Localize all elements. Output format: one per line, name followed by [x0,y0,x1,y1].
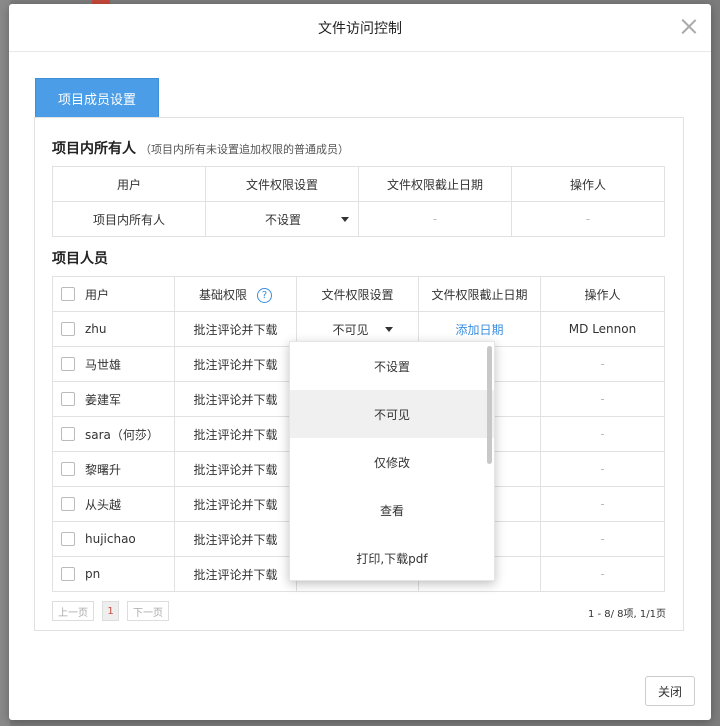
row-checkbox[interactable] [61,322,75,337]
tab-project-members[interactable]: 项目成员设置 [35,78,159,118]
owner-permission-value: 不设置 [264,212,301,227]
table-row: 项目内所有人 不设置 - - [52,201,665,237]
owner-table: 用户 文件权限设置 文件权限截止日期 操作人 项目内所有人 不设置 - - [52,166,665,237]
row-checkbox[interactable] [61,567,75,582]
base-permission-cell: 批注评论并下载 [174,556,297,592]
row-checkbox[interactable] [61,427,75,441]
owner-permission-cell: 不设置 [205,201,359,237]
user-cell: 从头越 [52,486,175,522]
base-permission-cell: 批注评论并下载 [174,346,297,382]
dropdown-option-view[interactable]: 查看 [290,486,494,534]
owner-section-title: 项目内所有人 （项目内所有未设置追加权限的普通成员） [52,138,349,158]
page-summary: 1 - 8/ 8项, 1/1页 [587,609,666,620]
operator-cell: MD Lennon [540,311,665,347]
file-permission-select[interactable]: 不可见 [332,321,393,338]
caret-down-icon [341,216,349,222]
col-header-permission: 文件权限设置 [205,166,359,202]
user-name: zhu [85,322,107,337]
base-permission-cell: 批注评论并下载 [174,451,297,487]
dropdown-scrollbar[interactable] [487,346,492,464]
members-section-title: 项目人员 [52,251,108,267]
table-header-row: 用户 文件权限设置 文件权限截止日期 操作人 [52,166,665,202]
operator-cell: - [540,381,665,417]
col-header-base-label: 基础权限 [198,287,247,302]
prev-page-button[interactable]: 上一页 [52,601,94,621]
user-name: 黎曙升 [85,462,122,477]
col-header-operator: 操作人 [511,166,665,202]
user-name: 马世雄 [85,357,122,372]
operator-cell: - [540,486,665,522]
permission-dropdown-menu: 不设置 不可见 仅修改 查看 打印,下载pdf [289,341,495,581]
close-icon[interactable] [681,18,697,34]
col-header-base: 基础权限? [174,276,297,312]
user-cell: sara（何莎） [52,416,175,452]
base-permission-cell: 批注评论并下载 [174,521,297,557]
user-cell: zhu [52,311,175,347]
col-header-user-label: 用户 [85,287,110,302]
row-checkbox[interactable] [61,532,75,547]
caret-down-icon [384,326,393,332]
file-permission-value: 不可见 [332,322,369,337]
col-header-deadline: 文件权限截止日期 [358,166,512,202]
user-name: hujichao [85,532,136,547]
row-checkbox[interactable] [61,462,75,476]
row-checkbox[interactable] [61,392,75,406]
row-checkbox[interactable] [61,357,75,371]
user-cell: 马世雄 [52,346,175,382]
page-number-current[interactable]: 1 [102,601,119,621]
owner-title-text: 项目内所有人 [52,141,136,157]
dropdown-option-none[interactable]: 不设置 [290,342,494,390]
pagination: 上一页 1 下一页 [52,601,169,621]
base-permission-cell: 批注评论并下载 [174,486,297,522]
owner-deadline-cell: - [358,201,512,237]
base-permission-cell: 批注评论并下载 [174,381,297,417]
user-cell: 姜建军 [52,381,175,417]
operator-cell: - [540,416,665,452]
user-cell: hujichao [52,521,175,557]
base-permission-cell: 批注评论并下载 [174,416,297,452]
operator-cell: - [540,451,665,487]
row-checkbox[interactable] [61,497,75,511]
col-header-operator: 操作人 [540,276,665,312]
owner-operator-cell: - [511,201,665,237]
col-header-permission: 文件权限设置 [296,276,419,312]
dropdown-option-modify-only[interactable]: 仅修改 [290,438,494,486]
user-cell: 黎曙升 [52,451,175,487]
dialog-header: 文件访问控制 [9,4,711,52]
col-header-user: 用户 [52,276,175,312]
owner-permission-select[interactable]: 不设置 [265,211,349,228]
base-permission-cell: 批注评论并下载 [174,311,297,347]
col-header-deadline: 文件权限截止日期 [418,276,541,312]
operator-cell: - [540,521,665,557]
table-header-row: 用户 基础权限? 文件权限设置 文件权限截止日期 操作人 [52,276,665,312]
owner-note: （项目内所有未设置追加权限的普通成员） [140,143,349,156]
user-name: 从头越 [85,497,122,512]
dialog-title: 文件访问控制 [318,20,402,37]
user-name: 姜建军 [85,392,122,407]
user-name: sara（何莎） [85,427,159,442]
dropdown-option-invisible[interactable]: 不可见 [290,390,494,438]
owner-user-cell: 项目内所有人 [52,201,206,237]
close-button[interactable]: 关闭 [645,676,695,706]
dropdown-option-print-download[interactable]: 打印,下载pdf [290,534,494,580]
user-cell: pn [52,556,175,592]
help-icon[interactable]: ? [257,287,272,303]
user-name: pn [85,567,101,582]
col-header-user: 用户 [52,166,206,202]
operator-cell: - [540,556,665,592]
add-date-link[interactable]: 添加日期 [455,323,503,337]
operator-cell: - [540,346,665,382]
next-page-button[interactable]: 下一页 [127,601,169,621]
select-all-checkbox[interactable] [61,287,75,301]
